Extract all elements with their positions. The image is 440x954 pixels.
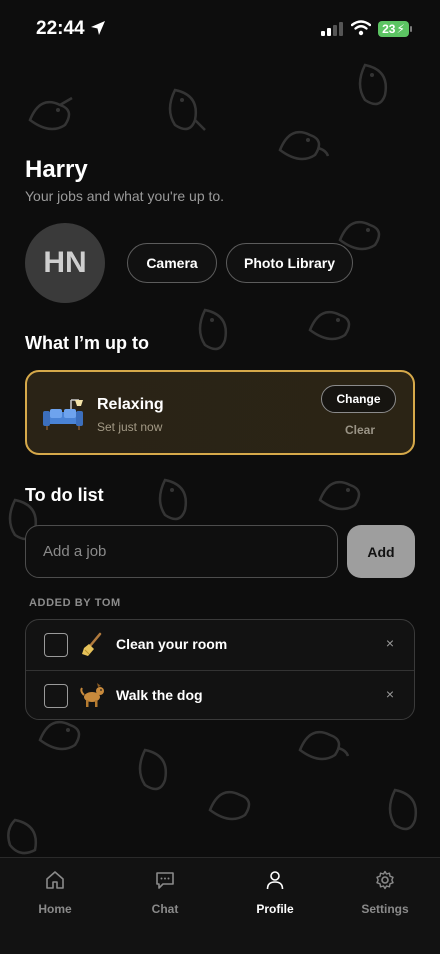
tab-home[interactable]: Home xyxy=(0,870,110,920)
avatar[interactable]: HN xyxy=(25,223,105,303)
todo-item: Walk the dog × xyxy=(26,670,414,719)
todo-list: Clean your room × Walk the dog × xyxy=(25,619,415,720)
clear-status-button[interactable]: Clear xyxy=(345,423,375,437)
change-status-button[interactable]: Change xyxy=(321,385,396,413)
todo-item: Clean your room × xyxy=(26,620,414,670)
tab-chat[interactable]: Chat xyxy=(110,870,220,920)
person-icon xyxy=(265,870,285,895)
photo-library-button[interactable]: Photo Library xyxy=(226,243,353,283)
user-subtitle: Your jobs and what you're up to. xyxy=(25,188,225,204)
camera-button[interactable]: Camera xyxy=(127,243,217,283)
status-time: 22:44 xyxy=(36,18,85,39)
location-arrow-icon xyxy=(90,20,106,41)
tab-label: Chat xyxy=(151,902,179,916)
cellular-signal-icon xyxy=(321,22,343,41)
remove-todo-icon[interactable]: × xyxy=(386,635,394,651)
home-icon xyxy=(45,870,65,895)
status-bar: 22:44 23 ⚡ xyxy=(0,0,440,60)
todo-checkbox[interactable] xyxy=(44,633,68,657)
status-timestamp: Set just now xyxy=(97,420,163,434)
todo-text: Walk the dog xyxy=(116,687,203,703)
tab-profile[interactable]: Profile xyxy=(220,870,330,920)
add-job-input[interactable] xyxy=(25,525,338,578)
add-job-button[interactable]: Add xyxy=(347,525,415,578)
charging-bolt-icon: ⚡ xyxy=(396,22,405,36)
tab-label: Settings xyxy=(361,902,409,916)
tab-label: Home xyxy=(38,902,72,916)
todo-text: Clean your room xyxy=(116,636,228,652)
chat-icon xyxy=(155,870,175,895)
tab-settings[interactable]: Settings xyxy=(330,870,440,920)
current-status-card: Relaxing Set just now Change Clear xyxy=(25,370,415,455)
todo-group-label: ADDED BY TOM xyxy=(29,597,121,609)
battery-level: 23 xyxy=(382,22,396,36)
broom-icon xyxy=(80,632,104,663)
gear-icon xyxy=(375,870,395,895)
remove-todo-icon[interactable]: × xyxy=(386,686,394,702)
background-pattern xyxy=(0,0,440,954)
status-section-title: What I’m up to xyxy=(25,333,149,353)
todo-section-title: To do list xyxy=(25,485,104,505)
couch-and-lamp-icon xyxy=(43,394,87,439)
avatar-initials: HN xyxy=(43,246,87,279)
dog-icon xyxy=(80,683,106,714)
status-title: Relaxing xyxy=(97,396,164,413)
user-name: Harry xyxy=(25,156,88,183)
tab-label: Profile xyxy=(256,902,294,916)
battery-indicator: 23 ⚡ xyxy=(378,21,412,37)
tab-bar: Home Chat Profile Settings xyxy=(0,857,440,954)
wifi-icon xyxy=(350,20,372,41)
todo-checkbox[interactable] xyxy=(44,684,68,708)
